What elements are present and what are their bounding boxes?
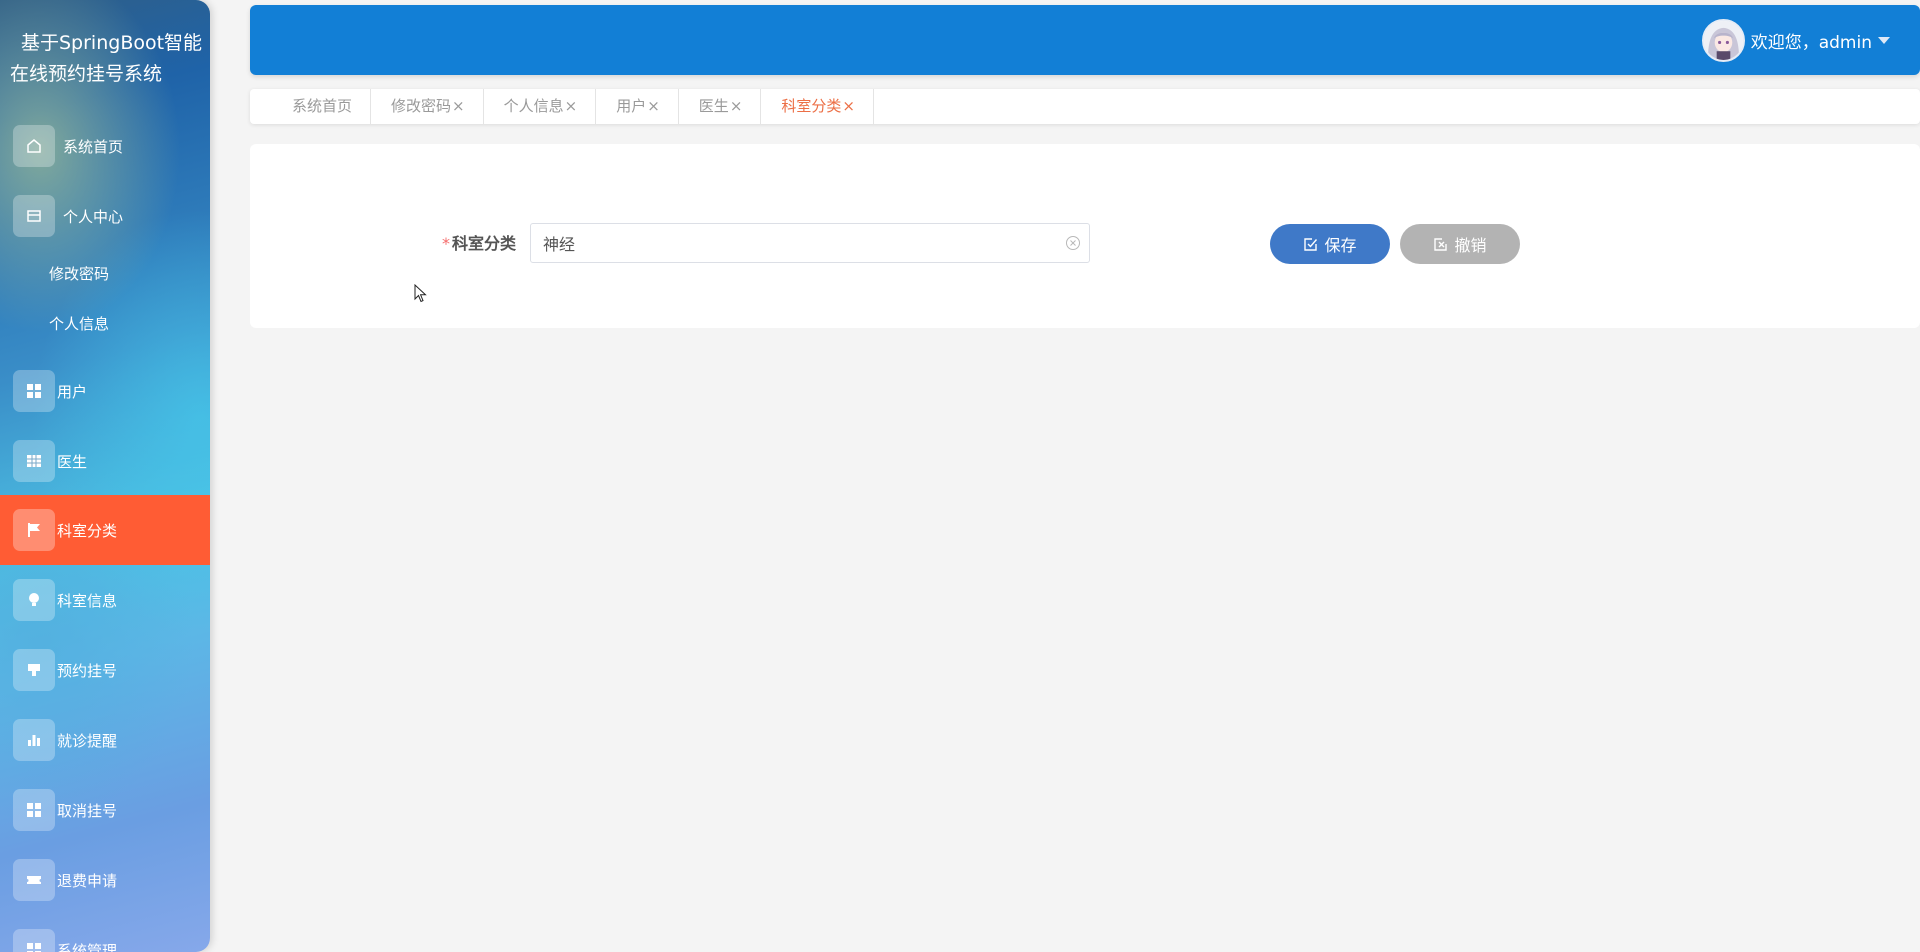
tab-label: 医生: [698, 97, 729, 115]
sidebar-item-label: 退费申请: [57, 871, 118, 890]
tab-label: 个人信息: [503, 97, 564, 115]
tab-home[interactable]: 系统首页: [272, 89, 372, 124]
close-icon[interactable]: ×: [565, 97, 578, 115]
required-mark: *: [442, 234, 450, 253]
sidebar-subitem-personal-info[interactable]: 个人信息: [49, 309, 109, 339]
avatar: [1701, 18, 1745, 62]
department-category-label: * 科室分类: [442, 230, 516, 254]
mouse-cursor-icon: [414, 284, 427, 303]
sidebar-subitem-change-password[interactable]: 修改密码: [49, 259, 109, 289]
flag-icon: [13, 509, 55, 551]
tab-label: 系统首页: [292, 97, 353, 115]
sidebar-item-system-management[interactable]: 系统管理: [0, 915, 210, 952]
grid-icon: [13, 929, 55, 952]
sidebar-item-label: 医生: [57, 452, 88, 471]
tab-change-password[interactable]: 修改密码×: [371, 89, 484, 124]
sidebar-item-refund-request[interactable]: 退费申请: [0, 845, 210, 915]
sidebar-item-visit-reminder[interactable]: 就诊提醒: [0, 705, 210, 775]
close-icon[interactable]: ×: [647, 97, 660, 115]
sidebar-item-appointment[interactable]: 预约挂号: [0, 635, 210, 705]
sidebar-item-personal-center[interactable]: 个人中心: [0, 181, 210, 251]
close-icon[interactable]: ×: [730, 97, 743, 115]
clear-icon[interactable]: [1066, 236, 1080, 250]
tab-bar: 系统首页 修改密码× 个人信息× 用户× 医生× 科室分类×: [250, 89, 1920, 124]
tab-personal-info[interactable]: 个人信息×: [484, 89, 597, 124]
sidebar-item-label: 预约挂号: [57, 661, 118, 680]
sidebar-item-label: 就诊提醒: [57, 731, 118, 750]
sidebar-item-label: 系统管理: [57, 941, 118, 952]
field-label-text: 科室分类: [452, 234, 517, 253]
sidebar-item-label: 个人中心: [63, 207, 124, 226]
sidebar-item-department-info[interactable]: 科室信息: [0, 565, 210, 635]
close-icon[interactable]: ×: [452, 97, 465, 115]
sidebar-item-label: 取消挂号: [57, 801, 118, 820]
tab-users[interactable]: 用户×: [596, 89, 679, 124]
close-icon[interactable]: ×: [842, 97, 855, 115]
sidebar-item-department-category[interactable]: 科室分类: [0, 495, 210, 565]
cancel-button[interactable]: 撤销: [1400, 224, 1520, 264]
tab-department-category[interactable]: 科室分类×: [761, 89, 874, 124]
tab-label: 修改密码: [391, 97, 452, 115]
ticket-icon: [13, 859, 55, 901]
edit-check-icon: [1303, 237, 1318, 252]
department-category-input[interactable]: [530, 223, 1090, 263]
sidebar-item-doctors[interactable]: 医生: [0, 426, 210, 496]
close-square-icon: [1433, 237, 1448, 252]
tab-doctors[interactable]: 医生×: [679, 89, 762, 124]
home-icon: [13, 125, 55, 167]
user-menu[interactable]: 欢迎您，admin: [1701, 18, 1890, 62]
id-card-icon: [13, 195, 55, 237]
tab-label: 用户: [616, 97, 647, 115]
sidebar-item-label: 科室分类: [57, 521, 118, 540]
sidebar-item-cancel-registration[interactable]: 取消挂号: [0, 775, 210, 845]
sidebar-item-users[interactable]: 用户: [0, 356, 210, 426]
grid-icon: [13, 370, 55, 412]
sidebar-item-label: 科室信息: [57, 591, 118, 610]
sidebar: 基于SpringBoot智能在线预约挂号系统 系统首页 个人中心 修改密码 个人…: [0, 0, 210, 952]
sidebar-item-label: 系统首页: [63, 137, 124, 156]
tab-label: 科室分类: [781, 97, 842, 115]
caret-down-icon: [1878, 36, 1890, 44]
grid-icon: [13, 789, 55, 831]
top-header: 欢迎您，admin: [250, 5, 1920, 75]
save-button-label: 保存: [1324, 236, 1357, 255]
welcome-text: 欢迎您，admin: [1750, 32, 1872, 53]
form-card: *科室分类 保存 撤销: [250, 144, 1920, 328]
save-button[interactable]: 保存: [1270, 224, 1390, 264]
stamp-icon: [13, 649, 55, 691]
bar-chart-icon: [13, 719, 55, 761]
cancel-button-label: 撤销: [1454, 236, 1487, 255]
sidebar-item-home[interactable]: 系统首页: [0, 111, 210, 181]
sidebar-item-label: 用户: [57, 382, 88, 401]
lightbulb-icon: [13, 579, 55, 621]
system-title: 基于SpringBoot智能在线预约挂号系统: [10, 32, 203, 85]
table-icon: [13, 440, 55, 482]
